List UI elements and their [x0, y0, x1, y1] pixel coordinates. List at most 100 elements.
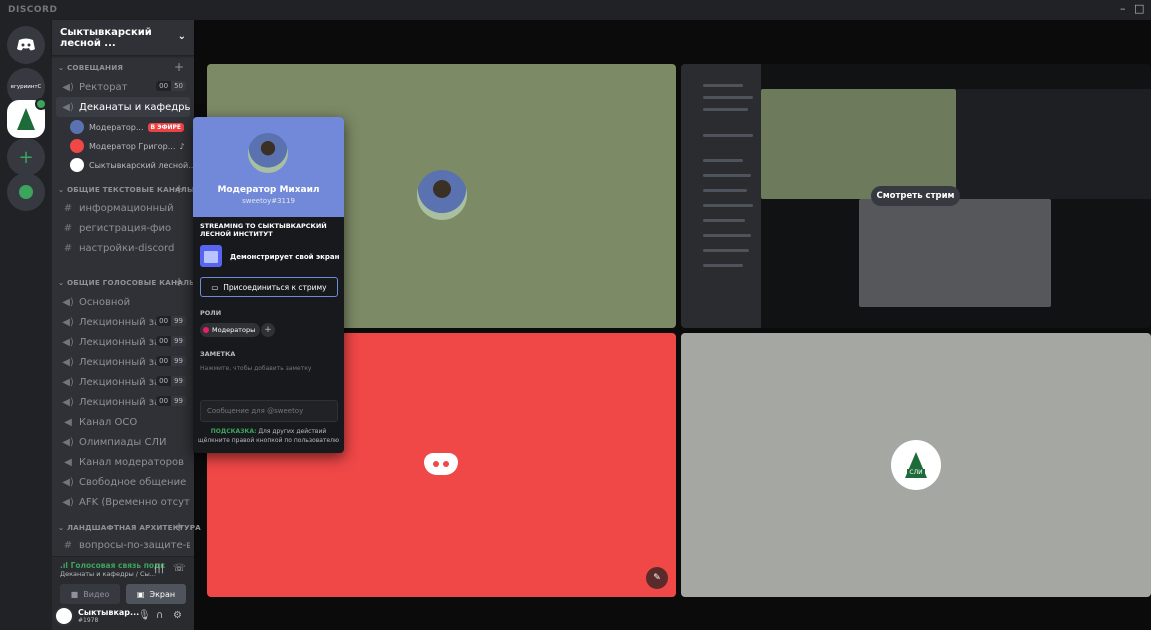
microphone-icon[interactable]: 🎙: [138, 610, 151, 621]
avatar[interactable]: [245, 130, 291, 176]
voice-user[interactable]: Модератор... В ЭФИРЕ: [70, 118, 192, 136]
user-tag: #1978: [78, 617, 99, 624]
channel-afk[interactable]: ◀)AFK (Временно отсутст...: [56, 492, 190, 512]
headphones-icon[interactable]: ∩: [156, 610, 163, 621]
user-limit-badge: 00 99: [156, 316, 186, 326]
channel-lz4[interactable]: ◀) Лекционный зал 4 00 99: [56, 372, 190, 392]
add-channel-icon[interactable]: +: [174, 182, 184, 196]
chevron-down-icon: ⌄: [177, 31, 186, 42]
category-text[interactable]: ⌄ ОБЩИЕ ТЕКСТОВЫЕ КАНАЛЫ +: [58, 182, 195, 196]
server-name: Сыктывкарский лесной ...: [60, 26, 152, 49]
explore-icon[interactable]: [7, 173, 45, 211]
server-list: егуриинтС +: [0, 20, 52, 630]
speaker-icon: ◀): [62, 81, 74, 93]
stream-title: STREAMING TO СЫКТЫВКАРСКИЙ ЛЕСНОЙ ИНСТИТ…: [200, 222, 327, 238]
channel-osnovnoy[interactable]: ◀) Основной: [56, 292, 190, 312]
channel-olymp[interactable]: ◀) Олимпиады СЛИ: [56, 432, 190, 452]
hash-icon: #: [63, 202, 73, 214]
channel-settings[interactable]: # настройки-discord: [56, 238, 190, 258]
roles-header: РОЛИ: [200, 309, 222, 317]
screen-share-icon: [200, 245, 222, 267]
speaker-icon: ◀): [62, 316, 74, 328]
channel-lz3[interactable]: ◀) Лекционный зал 3 00 99: [56, 352, 190, 372]
video-button[interactable]: ■ Видео: [60, 584, 120, 604]
add-server-icon[interactable]: +: [7, 138, 45, 176]
message-input[interactable]: [200, 400, 338, 422]
server-header[interactable]: Сыктывкарский лесной ... ⌄: [52, 20, 194, 56]
category-landscape[interactable]: ⌄ ЛАНДШАФТНАЯ АРХИТЕКТУРА +: [58, 520, 201, 534]
mic-muted-icon: ♪: [179, 141, 185, 151]
speaker-icon: ◀): [62, 476, 74, 488]
user-limit-badge: 00 99: [156, 376, 186, 386]
app-brand: DISCORD: [8, 5, 58, 15]
server-logo-icon: СЛИ: [891, 440, 941, 490]
channel-info[interactable]: # информационный: [56, 198, 190, 218]
voice-user[interactable]: Сыктывкарский лесной...: [70, 156, 196, 174]
avatar[interactable]: [54, 606, 74, 626]
speaker-icon: ◀): [62, 296, 74, 308]
hash-icon: #: [63, 222, 73, 234]
channel-rectorat[interactable]: ◀) Ректорат 00 50: [56, 77, 190, 97]
voice-user[interactable]: Модератор Григор... ♪: [70, 137, 192, 155]
username: Сыктывкар...: [78, 608, 140, 617]
maximize-button[interactable]: □: [1134, 2, 1144, 15]
add-channel-icon[interactable]: +: [174, 60, 184, 74]
home-icon[interactable]: [7, 26, 45, 64]
stage-icon: ◀: [64, 416, 72, 428]
voice-connection-panel: .ıl Голосовая связь подк Деканаты и кафе…: [52, 556, 194, 612]
speaker-icon: ◀): [62, 336, 74, 348]
user-profile-popout: Модератор Михаил sweetoy#3119 STREAMING …: [193, 117, 344, 453]
mic-muted-icon: ✎: [646, 567, 668, 589]
live-badge: В ЭФИРЕ: [147, 122, 185, 132]
role-pill: Модераторы: [200, 323, 261, 337]
add-channel-icon[interactable]: +: [174, 520, 184, 534]
add-channel-icon[interactable]: +: [174, 275, 184, 289]
channel-dekanaty[interactable]: ◀) Деканаты и кафедры: [56, 97, 190, 117]
profile-name: Модератор Михаил: [217, 185, 320, 195]
gear-icon[interactable]: ⚙: [173, 610, 182, 621]
stage-icon: ◀: [64, 456, 72, 468]
hint-text: ПОДСКАЗКА: Для других действий щёлкните …: [198, 428, 339, 444]
channel-lz5[interactable]: ◀) Лекционный зал 5 00 99: [56, 392, 190, 412]
user-limit-badge: 00 50: [156, 81, 186, 91]
voice-channel-link[interactable]: Деканаты и кафедры / Сы...: [60, 570, 156, 578]
avatar: [70, 120, 84, 134]
stream-preview-tile: [761, 89, 956, 199]
profile-tag: sweetoy#3119: [242, 197, 295, 205]
channel-sidebar: Сыктывкарский лесной ... ⌄ ⌄ СОВЕЩАНИЯ + …: [52, 20, 201, 630]
active-server-icon[interactable]: [7, 98, 47, 138]
notification-badge: [35, 98, 47, 110]
channel-oso[interactable]: ◀ Канал ОСО: [56, 412, 190, 432]
disconnect-icon[interactable]: ☏: [173, 563, 186, 574]
avatar: [70, 139, 84, 153]
avatar: [417, 170, 467, 220]
speaker-icon: ◀): [62, 396, 74, 408]
hash-icon: #: [63, 242, 73, 254]
screen-share-button[interactable]: ▣ Экран: [126, 584, 186, 604]
note-field[interactable]: Нажмите, чтобы добавить заметку: [200, 365, 311, 372]
channel-vopr[interactable]: #вопросы-по-защите-вко: [56, 536, 190, 554]
channel-mods[interactable]: ◀ Канал модераторов: [56, 452, 190, 472]
profile-header: Модератор Михаил sweetoy#3119: [193, 117, 344, 217]
hash-icon: #: [63, 539, 73, 551]
minimize-button[interactable]: –: [1120, 2, 1126, 15]
noise-suppression-icon[interactable]: |||: [154, 563, 164, 574]
category-voice[interactable]: ⌄ ОБЩИЕ ГОЛОСОВЫЕ КАНАЛЫ +: [58, 275, 197, 289]
speaker-icon: ◀): [62, 101, 74, 113]
speaker-icon: ◀): [62, 436, 74, 448]
user-limit-badge: 00 99: [156, 336, 186, 346]
add-role-button[interactable]: +: [261, 323, 275, 337]
channel-free[interactable]: ◀) Свободное общение: [56, 472, 190, 492]
video-tile-server[interactable]: СЛИ: [681, 333, 1151, 597]
stream-tile[interactable]: Смотреть стрим: [681, 64, 1151, 328]
speaker-icon: ◀): [62, 356, 74, 368]
stream-preview-tile: [956, 89, 1151, 199]
title-bar: DISCORD – □: [0, 0, 1151, 20]
category-meetings[interactable]: ⌄ СОВЕЩАНИЯ +: [58, 60, 184, 74]
note-header: ЗАМЕТКА: [200, 350, 236, 358]
channel-lz2[interactable]: ◀) Лекционный зал 2 00 99: [56, 332, 190, 352]
channel-reg[interactable]: # регистрация-фио: [56, 218, 190, 238]
channel-lz1[interactable]: ◀) Лекционный зал 1 00 99: [56, 312, 190, 332]
join-stream-button[interactable]: ▭ Присоединиться к стриму: [200, 277, 338, 297]
watch-stream-button[interactable]: Смотреть стрим: [871, 186, 960, 206]
